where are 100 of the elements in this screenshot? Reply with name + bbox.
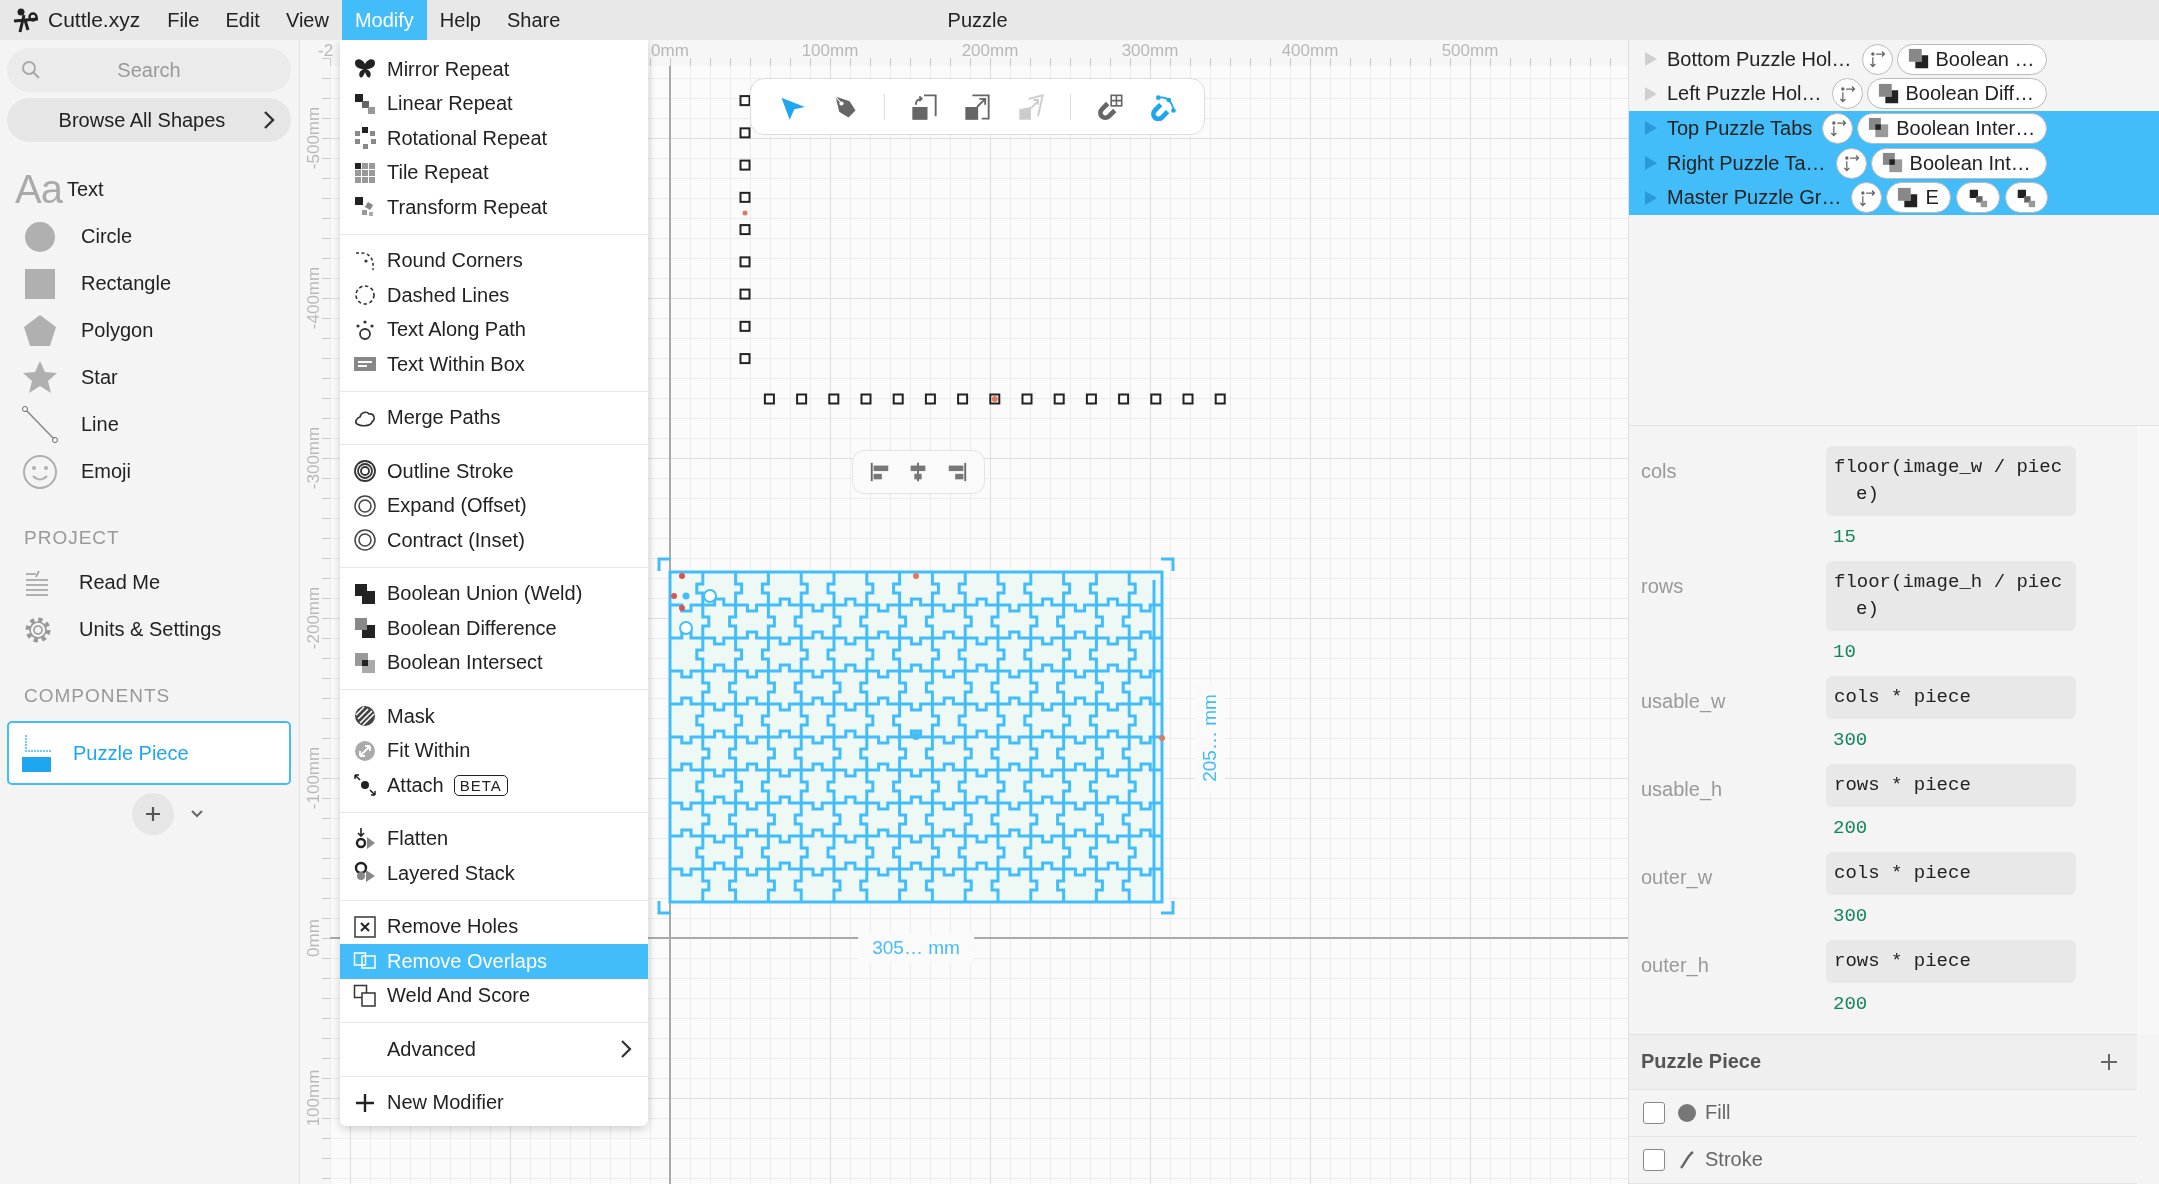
menu-option[interactable]: Mask (340, 699, 648, 734)
logo-icon (12, 6, 40, 34)
fill-dot-icon (1677, 1102, 1697, 1123)
menu-option[interactable]: Boolean Intersect (340, 645, 648, 680)
double-circle-icon (353, 528, 377, 553)
swap-button[interactable] (1851, 182, 1883, 214)
search-icon (21, 60, 41, 80)
menu-option[interactable]: Mirror Repeat (340, 52, 648, 87)
menu-option[interactable]: Advanced (340, 1032, 648, 1067)
difference-squares-icon (1877, 82, 1900, 105)
modifier-pill[interactable]: Boolean Diff… (1866, 78, 2047, 110)
modifier-pill[interactable]: Boolean … (1896, 43, 2047, 75)
menu-option[interactable]: Layered Stack (340, 856, 648, 891)
menu-item[interactable]: Share (493, 0, 574, 40)
menu-option[interactable]: Merge Paths (340, 400, 648, 435)
shape-item[interactable]: Circle (7, 213, 291, 260)
search-field[interactable]: Search (7, 48, 291, 92)
shape-item[interactable]: Star (7, 354, 291, 401)
menu-option[interactable]: Dashed Lines (340, 278, 648, 313)
shape-item[interactable]: Emoji (7, 448, 291, 495)
variable-value: 300 (1833, 728, 1868, 751)
expression-field[interactable]: cols * piece (1826, 851, 2076, 895)
menu-option[interactable]: Boolean Union (Weld) (340, 576, 648, 611)
ruler-label: 500mm (1441, 41, 1499, 61)
layer-name: Bottom Puzzle Hol… (1667, 47, 1852, 71)
variable-value: 300 (1833, 904, 1868, 927)
ruler-label: 0mm (651, 41, 689, 61)
swap-button[interactable] (1831, 78, 1863, 110)
layer-row[interactable]: Master Puzzle Gr… E (1629, 180, 2159, 215)
menu-option[interactable]: Expand (Offset) (340, 488, 648, 523)
project-item[interactable]: Units & Settings (7, 606, 291, 653)
shape-item[interactable]: Line (7, 401, 291, 448)
project-item[interactable]: Read Me (7, 559, 291, 606)
menu-option[interactable]: Fit Within (340, 733, 648, 768)
layer-row[interactable]: Left Puzzle Hol… Boolean Diff… (1629, 76, 2159, 112)
expression-field[interactable]: floor(image_w / piece) (1826, 445, 2076, 516)
ruler-label: 0mm (304, 919, 324, 957)
menu-option[interactable]: Contract (Inset) (340, 523, 648, 558)
menu-option[interactable]: Outline Stroke (340, 454, 648, 489)
chevron-right-icon (263, 110, 275, 130)
menu-option[interactable]: Weld And Score (340, 978, 648, 1013)
menu-item[interactable]: View (272, 0, 342, 40)
magnet-curve-icon[interactable] (1149, 92, 1178, 121)
menu-option[interactable]: Boolean Difference (340, 611, 648, 646)
swap-button[interactable] (1822, 113, 1854, 144)
layer-row[interactable]: Right Puzzle Ta… Boolean Int… (1629, 145, 2159, 181)
modifier-pill[interactable]: Boolean Int… (1870, 147, 2047, 179)
ruler-label: 100mm (304, 1069, 324, 1127)
expression-field[interactable]: cols * piece (1826, 675, 2076, 719)
menu-option[interactable]: Remove Holes (340, 909, 648, 944)
modifier-pill[interactable] (1956, 182, 2000, 214)
modifier-pill[interactable] (2004, 182, 2048, 214)
ruler-label: 400mm (1281, 41, 1339, 61)
grid-icon (353, 160, 377, 185)
document-title: Puzzle (947, 8, 1008, 32)
menu-option[interactable]: Round Corners (340, 243, 648, 278)
chevron-down-icon[interactable] (190, 809, 204, 819)
variable-name: usable_h (1641, 776, 1724, 803)
variable-name: outer_h (1641, 952, 1710, 979)
swap-button[interactable] (1835, 147, 1867, 179)
expression-field[interactable]: rows * piece (1826, 939, 2076, 983)
rotate-square-icon[interactable] (910, 92, 939, 121)
component-thumbnail-icon (21, 733, 53, 773)
menu-option[interactable]: Tile Repeat (340, 155, 648, 190)
layer-row[interactable]: Bottom Puzzle Hol… Boolean … (1629, 42, 2159, 77)
menu-option[interactable]: Text Within Box (340, 347, 648, 382)
shape-item[interactable]: Polygon (7, 307, 291, 354)
add-component-button[interactable] (132, 793, 174, 835)
checkbox[interactable] (1643, 1148, 1665, 1171)
menu-option[interactable]: Attach BETA (340, 768, 648, 803)
swap-arrows-icon (1857, 187, 1877, 208)
property-label: Stroke (1705, 1148, 1763, 1172)
expression-field[interactable]: rows * piece (1826, 763, 2076, 807)
ruler-label: -500mm (304, 106, 324, 170)
variable-value: 200 (1833, 816, 1868, 839)
add-icon[interactable] (2099, 1051, 2119, 1072)
menu-item[interactable]: Edit (212, 0, 273, 40)
shape-item[interactable]: Rectangle (7, 260, 291, 307)
menu-item[interactable]: Help (426, 0, 494, 40)
ruler-label: -400mm (304, 266, 324, 330)
layer-row[interactable]: Top Puzzle Tabs Boolean Inter… (1629, 111, 2159, 146)
checkbox[interactable] (1643, 1101, 1665, 1124)
magnet-grid-icon[interactable] (1096, 92, 1125, 121)
menu-option[interactable]: Transform Repeat (340, 190, 648, 225)
expression-field[interactable]: floor(image_h / piece) (1826, 560, 2076, 631)
menu-item[interactable]: File (154, 0, 213, 40)
browse-shapes-button[interactable]: Browse All Shapes (7, 98, 291, 142)
menu-option[interactable]: Text Along Path (340, 312, 648, 347)
difference-squares-icon (1897, 186, 1920, 209)
menu-option[interactable]: Flatten (340, 821, 648, 856)
swap-button[interactable] (1861, 43, 1893, 75)
menu-option[interactable]: New Modifier (340, 1085, 648, 1120)
menu-option[interactable]: Linear Repeat (340, 86, 648, 121)
modifier-pill[interactable]: Boolean Inter… (1857, 113, 2047, 144)
scale-square-icon[interactable] (963, 92, 992, 121)
ruler-label: 100mm (801, 41, 859, 61)
menu-option[interactable]: Rotational Repeat (340, 121, 648, 156)
modifier-pill[interactable]: E (1886, 182, 1952, 214)
overlapping-squares-icon (353, 983, 377, 1008)
section-heading: PROJECT (24, 527, 121, 549)
